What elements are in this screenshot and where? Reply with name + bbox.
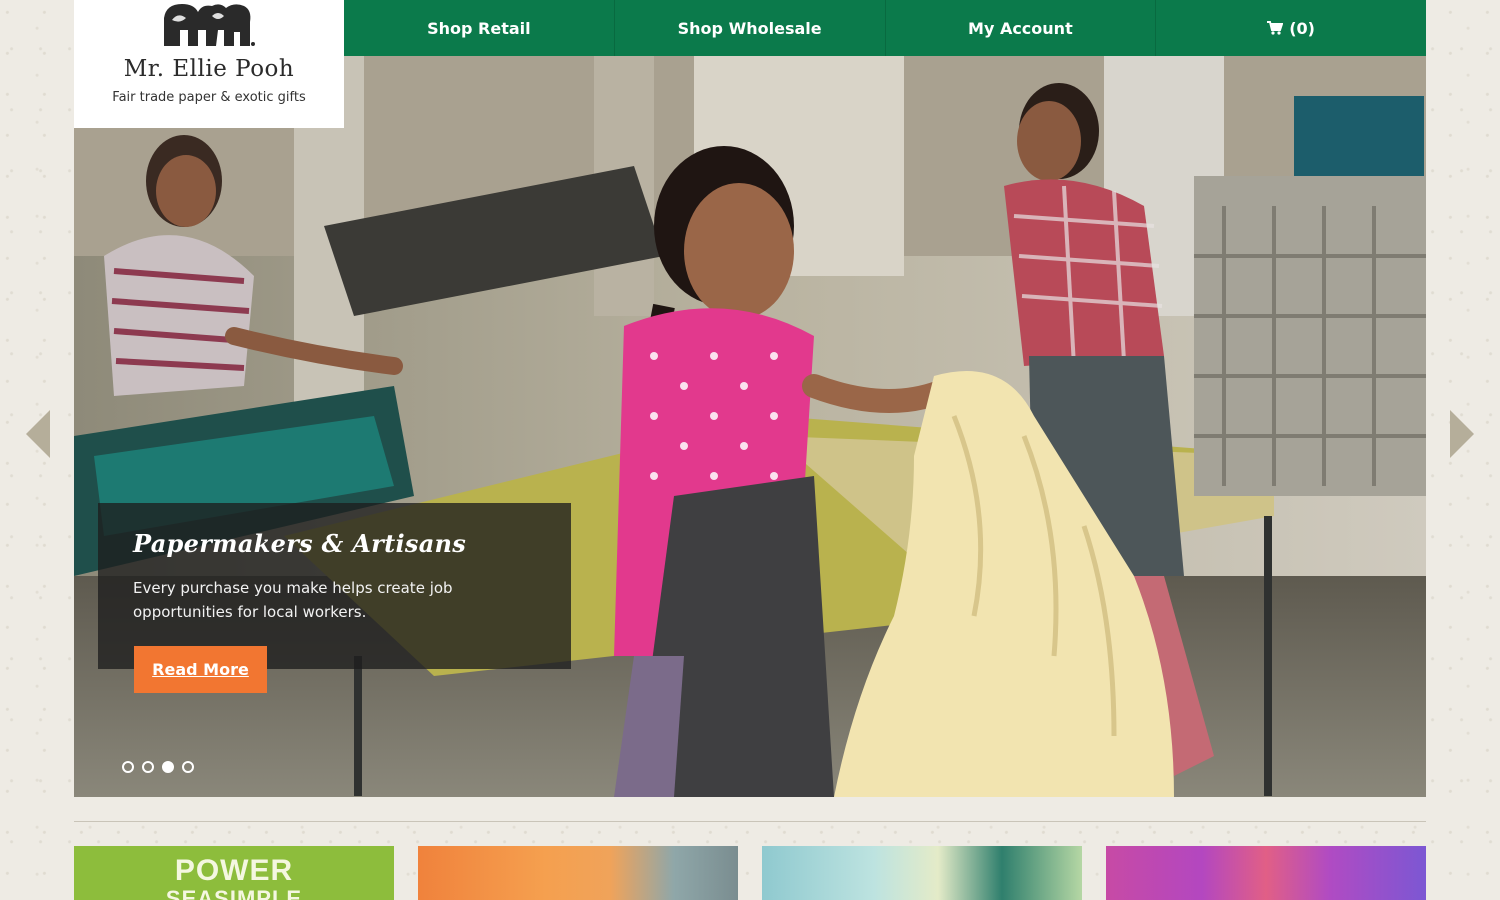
main-nav: Shop Retail Shop Wholesale My Account (0… — [344, 0, 1426, 56]
hero-photo — [74, 56, 1426, 797]
category-tile-4[interactable] — [1106, 846, 1426, 900]
nav-my-account[interactable]: My Account — [886, 0, 1157, 56]
category-tile-2[interactable] — [418, 846, 738, 900]
slide-dot-3[interactable] — [162, 761, 174, 773]
slider-prev-arrow-icon[interactable] — [26, 410, 50, 458]
brand-tagline: Fair trade paper & exotic gifts — [112, 90, 306, 105]
slider-next-arrow-icon[interactable] — [1450, 410, 1474, 458]
category-tiles: POWER SEASIMPLE — [74, 846, 1426, 900]
section-divider — [74, 821, 1426, 822]
nav-shop-wholesale[interactable]: Shop Wholesale — [615, 0, 886, 56]
cart-icon — [1267, 21, 1284, 35]
slide-dot-2[interactable] — [142, 761, 154, 773]
slide-caption: Papermakers & Artisans Every purchase yo… — [98, 503, 571, 669]
read-more-button[interactable]: Read More — [134, 646, 267, 693]
category-tile-3[interactable] — [762, 846, 1082, 900]
nav-cart[interactable]: (0) — [1156, 0, 1426, 56]
cart-count: (0) — [1289, 18, 1315, 38]
site-logo[interactable]: Mr. Ellie Pooh Fair trade paper & exotic… — [74, 0, 344, 128]
slide-text: Every purchase you make helps create job… — [133, 579, 453, 621]
category-tile-1[interactable]: POWER SEASIMPLE — [74, 846, 394, 900]
elephant-logo-icon — [164, 4, 255, 46]
slide-dot-1[interactable] — [122, 761, 134, 773]
tile-1-line-2: SEASIMPLE — [165, 886, 303, 900]
nav-shop-retail[interactable]: Shop Retail — [344, 0, 615, 56]
slide-dot-4[interactable] — [182, 761, 194, 773]
brand-name: Mr. Ellie Pooh — [123, 56, 295, 82]
slide-title: Papermakers & Artisans — [133, 529, 467, 558]
tile-1-line-1: POWER — [174, 854, 294, 887]
hero-slider[interactable]: Papermakers & Artisans Every purchase yo… — [74, 56, 1426, 797]
slide-indicators — [122, 761, 194, 773]
